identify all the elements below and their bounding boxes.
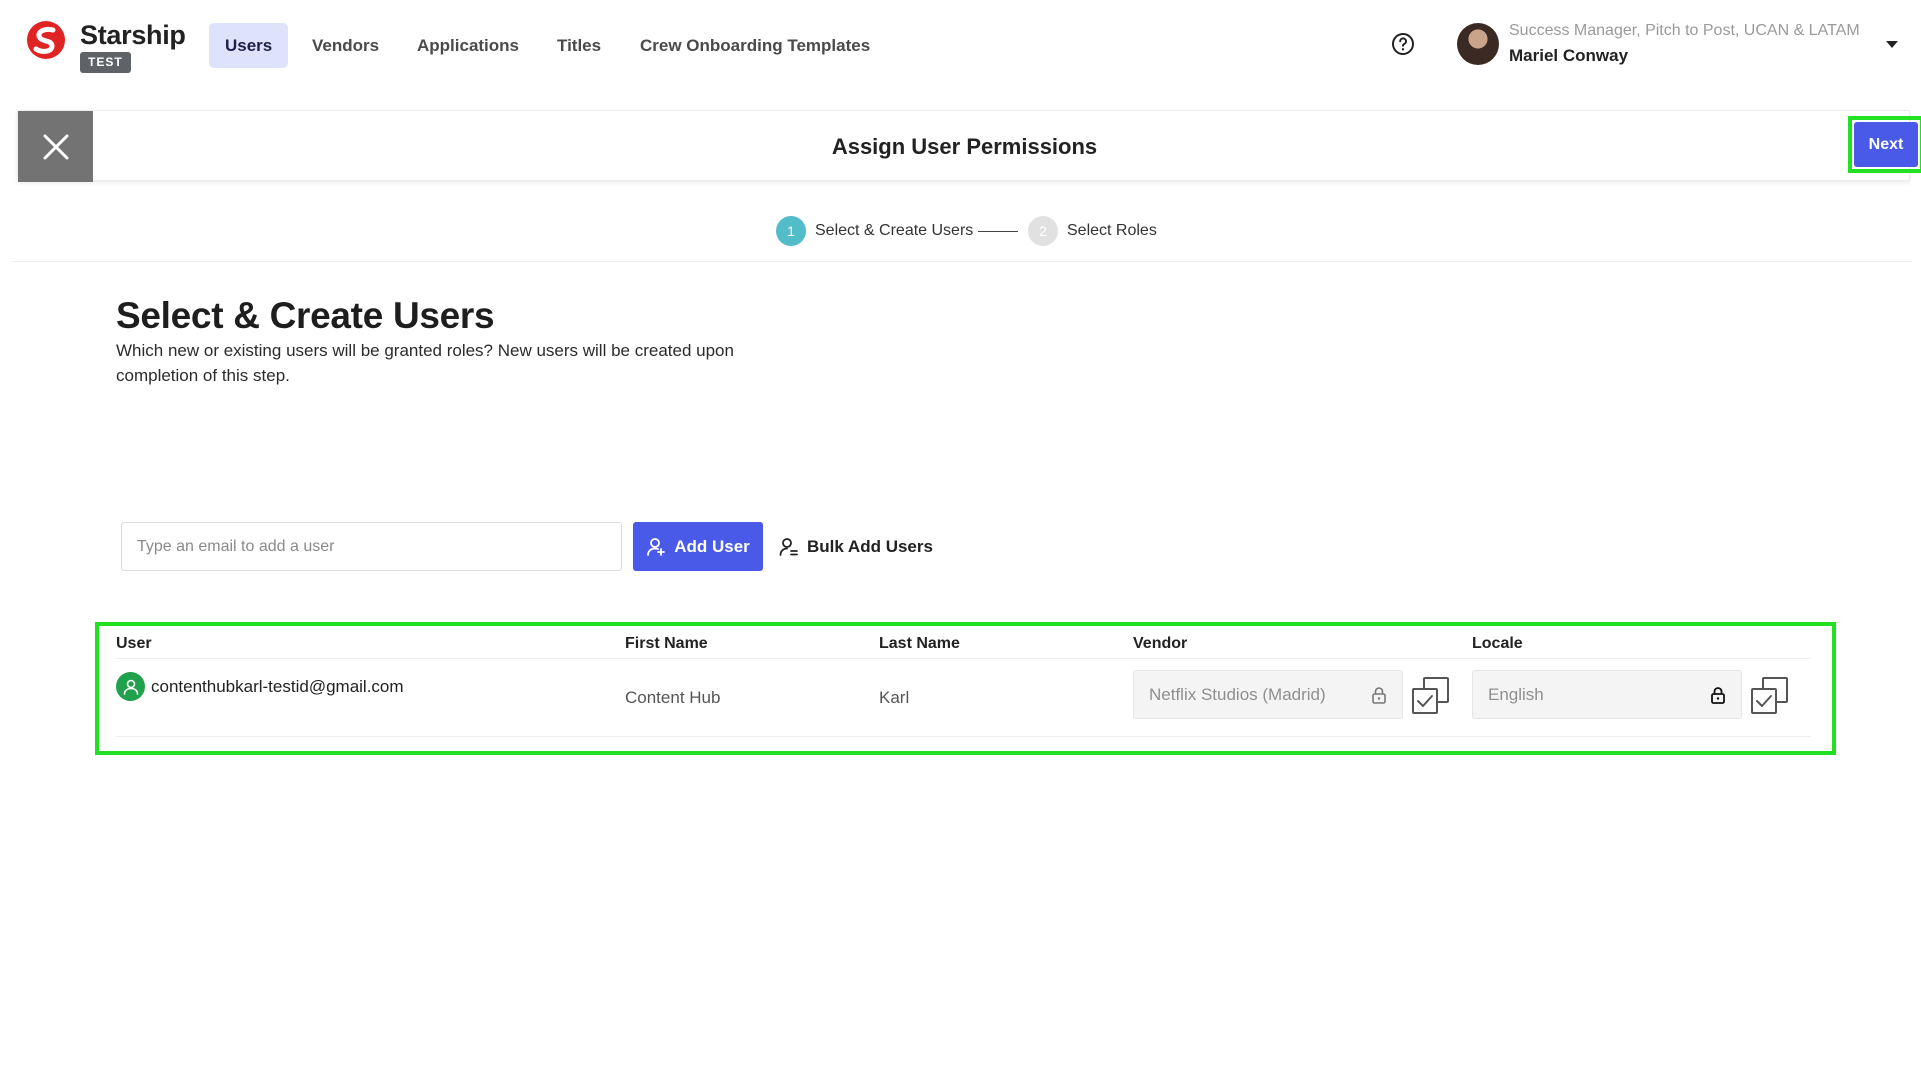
vendor-field: Netflix Studios (Madrid) bbox=[1133, 670, 1403, 719]
close-button[interactable] bbox=[18, 111, 93, 182]
copy-check-icon bbox=[1412, 677, 1449, 714]
assign-permissions-header: Assign User Permissions Next bbox=[17, 110, 1921, 182]
nav-tab-vendors[interactable]: Vendors bbox=[296, 23, 395, 68]
add-user-label: Add User bbox=[674, 536, 750, 556]
stepper: 1 Select & Create Users 2 Select Roles bbox=[0, 216, 1921, 246]
last-name-cell: Karl bbox=[879, 688, 910, 707]
column-header-vendor: Vendor bbox=[1133, 635, 1188, 652]
step-1-indicator: 1 bbox=[776, 216, 806, 246]
nav-tab-applications[interactable]: Applications bbox=[401, 23, 535, 68]
chevron-down-icon[interactable] bbox=[1886, 41, 1898, 48]
nav-tab-users[interactable]: Users bbox=[209, 23, 289, 68]
column-header-user: User bbox=[116, 635, 152, 652]
top-navigation: Starship TEST Users Vendors Applications… bbox=[0, 0, 1921, 90]
environment-badge: TEST bbox=[80, 52, 131, 73]
users-list-icon bbox=[779, 537, 798, 556]
locale-field: English bbox=[1472, 670, 1742, 719]
locale-value: English bbox=[1488, 684, 1544, 704]
vendor-value: Netflix Studios (Madrid) bbox=[1149, 684, 1326, 704]
page-title: Assign User Permissions bbox=[831, 134, 1098, 159]
add-user-button[interactable]: Add User bbox=[633, 522, 763, 571]
help-circle-icon[interactable] bbox=[1391, 32, 1415, 56]
starship-logo-icon[interactable] bbox=[26, 20, 66, 60]
user-name-text[interactable]: Mariel Conway bbox=[1509, 46, 1628, 66]
table-row-divider bbox=[116, 736, 1811, 737]
lock-icon bbox=[1711, 686, 1725, 704]
close-icon bbox=[43, 134, 68, 159]
column-header-last-name: Last Name bbox=[879, 635, 960, 652]
first-name-cell: Content Hub bbox=[625, 688, 721, 707]
copy-check-icon bbox=[1751, 677, 1788, 714]
lock-icon bbox=[1372, 686, 1386, 704]
email-input[interactable] bbox=[121, 522, 622, 571]
stepper-connector bbox=[978, 231, 1018, 232]
user-icon bbox=[116, 672, 145, 701]
column-header-first-name: First Name bbox=[625, 635, 708, 652]
section-description: Which new or existing users will be gran… bbox=[116, 341, 734, 385]
column-header-locale: Locale bbox=[1472, 635, 1523, 652]
apply-locale-to-all-button[interactable] bbox=[1749, 676, 1791, 716]
user-plus-icon bbox=[647, 537, 666, 556]
section-heading: Select & Create Users bbox=[116, 295, 495, 336]
user-email: contenthubkarl-testid@gmail.com bbox=[151, 677, 404, 696]
table-header-divider bbox=[116, 658, 1811, 659]
bulk-add-users-button[interactable]: Bulk Add Users bbox=[779, 522, 933, 571]
bulk-add-users-label: Bulk Add Users bbox=[807, 536, 933, 556]
user-role-text: Success Manager, Pitch to Post, UCAN & L… bbox=[1509, 22, 1860, 39]
step-2-label: Select Roles bbox=[1067, 222, 1157, 239]
step-2-indicator: 2 bbox=[1028, 216, 1058, 246]
step-1-label: Select & Create Users bbox=[815, 222, 974, 239]
apply-vendor-to-all-button[interactable] bbox=[1410, 676, 1452, 716]
nav-tab-crew-onboarding-templates[interactable]: Crew Onboarding Templates bbox=[624, 23, 886, 68]
avatar[interactable] bbox=[1457, 23, 1499, 65]
next-button[interactable]: Next bbox=[1854, 122, 1918, 167]
brand-name[interactable]: Starship bbox=[80, 20, 186, 51]
section-divider bbox=[12, 261, 1912, 262]
nav-tab-titles[interactable]: Titles bbox=[541, 23, 617, 68]
